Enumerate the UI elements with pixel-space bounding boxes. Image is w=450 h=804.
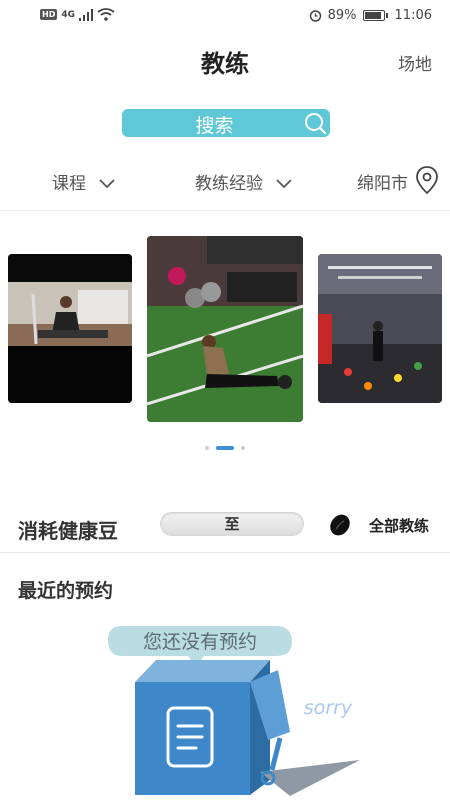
clock: 11:06 — [394, 8, 432, 23]
battery-percent: 89% — [327, 8, 357, 23]
carousel-dot — [205, 446, 209, 450]
carousel-dot-active — [216, 446, 234, 450]
empty-box-illustration: 您还没有预约 sorry — [108, 626, 360, 796]
search-placeholder: 搜索 — [195, 115, 234, 137]
city-selector[interactable]: 绵阳市 — [357, 169, 408, 194]
city-label: 绵阳市 — [357, 174, 408, 194]
search-icon[interactable] — [303, 111, 327, 135]
battery-icon — [362, 10, 388, 21]
course-filter[interactable]: 课程 — [52, 169, 116, 194]
header: 教练 场地 — [0, 40, 450, 84]
divider — [0, 552, 450, 553]
sorry-caption: sorry — [304, 697, 353, 719]
carousel-dot — [241, 446, 245, 450]
alarm-icon — [309, 10, 321, 22]
experience-filter-label: 教练经验 — [195, 174, 263, 194]
coach-photo — [147, 236, 303, 422]
range-separator: 至 — [224, 515, 240, 533]
recent-bookings-title: 最近的预约 — [18, 580, 114, 602]
wifi-icon — [97, 8, 115, 21]
carousel-indicator — [0, 444, 450, 452]
search-bar[interactable]: 搜索 — [122, 109, 330, 137]
empty-message: 您还没有预约 — [143, 631, 257, 653]
page-title: 教练 — [201, 50, 249, 78]
health-beans-label: 消耗健康豆 — [18, 519, 118, 543]
bean-range-selector[interactable]: 至 — [160, 512, 304, 536]
status-right: 89% 11:06 — [309, 8, 432, 23]
hd-badge: HD — [40, 9, 58, 20]
bean-icon — [330, 514, 350, 536]
chevron-down-icon — [99, 179, 116, 189]
network-type: 4G — [61, 9, 75, 20]
coach-photo — [8, 254, 132, 403]
chevron-down-icon — [276, 179, 293, 189]
coach-card-left[interactable] — [8, 254, 132, 403]
location-pin-icon[interactable] — [415, 165, 439, 195]
filter-bar: 课程 教练经验 绵阳市 — [0, 165, 450, 195]
empty-state: 您还没有预约 sorry — [100, 620, 390, 804]
signal-icon — [79, 8, 93, 21]
all-coaches-filter[interactable]: 全部教练 — [369, 515, 429, 536]
coach-card-center[interactable] — [147, 236, 303, 422]
venue-link[interactable]: 场地 — [398, 50, 432, 75]
course-filter-label: 课程 — [52, 174, 86, 194]
divider — [0, 210, 450, 211]
status-bar: HD 4G 89% 11:06 — [0, 0, 450, 34]
health-beans-row: 消耗健康豆 至 全部教练 — [0, 505, 450, 545]
status-left: HD 4G — [40, 8, 115, 21]
experience-filter[interactable]: 教练经验 — [195, 169, 293, 194]
coach-photo — [318, 254, 442, 403]
coach-card-right[interactable] — [318, 254, 442, 403]
